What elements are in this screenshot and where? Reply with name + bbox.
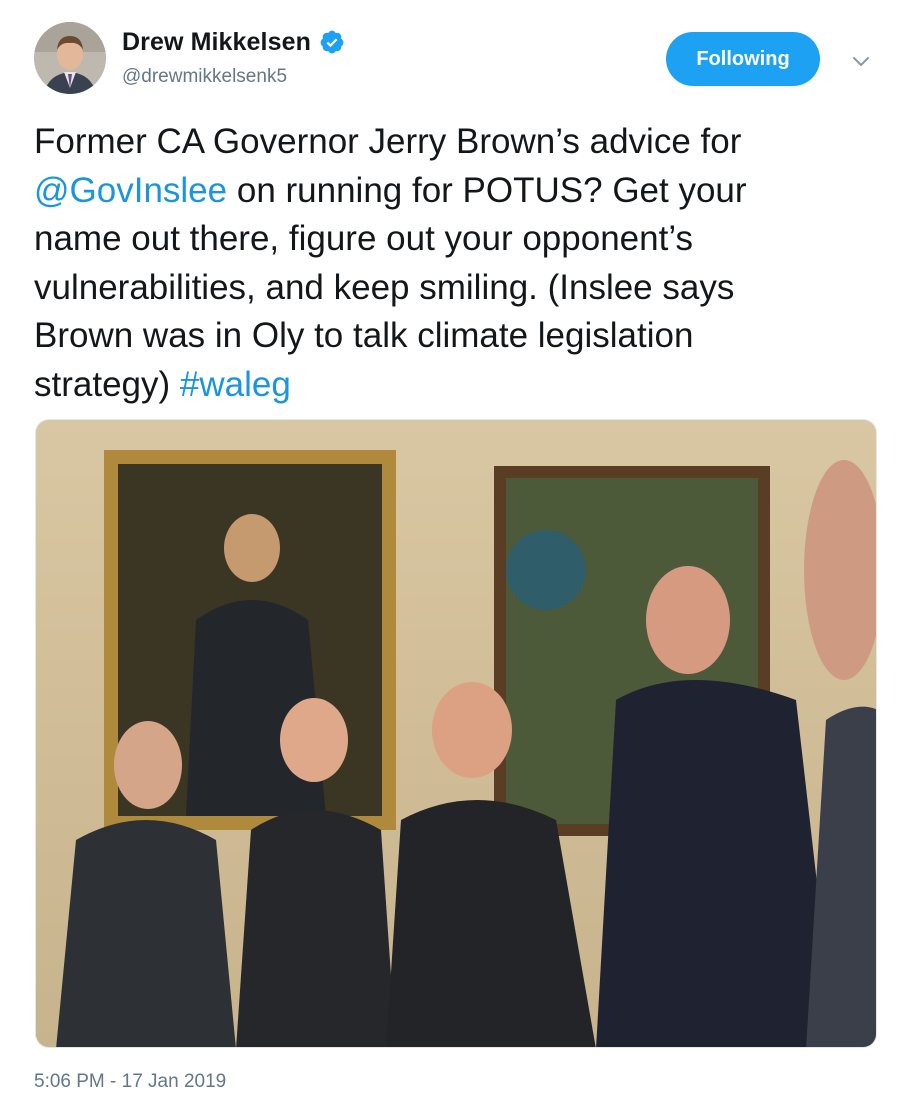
author-avatar[interactable] bbox=[34, 22, 106, 94]
tweet-photo[interactable] bbox=[35, 419, 877, 1048]
tweet-text-segment: strategy) bbox=[34, 364, 180, 404]
tweet-text-segment: vulnerabilities, and keep smiling. (Insl… bbox=[34, 267, 735, 307]
chevron-down-icon[interactable] bbox=[848, 48, 874, 74]
avatar-image bbox=[34, 22, 106, 94]
tweet-text-line: @GovInslee on running for POTUS? Get you… bbox=[34, 167, 884, 216]
author-handle[interactable]: @drewmikkelsenk5 bbox=[122, 66, 287, 88]
hashtag-link[interactable]: #waleg bbox=[180, 365, 291, 404]
tweet-text-line: Brown was in Oly to talk climate legisla… bbox=[34, 312, 884, 361]
tweet-text-line: name out there, figure out your opponent… bbox=[34, 215, 884, 264]
following-button[interactable]: Following bbox=[666, 32, 820, 86]
tweet-text-line: Former CA Governor Jerry Brown’s advice … bbox=[34, 118, 884, 167]
photo-image bbox=[36, 420, 876, 1047]
tweet-timestamp[interactable]: 5:06 PM - 17 Jan 2019 bbox=[34, 1071, 226, 1093]
mention-link[interactable]: @GovInslee bbox=[34, 171, 227, 210]
verified-badge-icon bbox=[319, 29, 345, 55]
tweet-text-segment: Brown was in Oly to talk climate legisla… bbox=[34, 316, 694, 355]
author-name-row[interactable]: Drew Mikkelsen bbox=[122, 26, 345, 58]
tweet-text-segment: Former CA Governor Jerry Brown’s advice … bbox=[34, 122, 742, 161]
tweet-text-line: vulnerabilities, and keep smiling. (Insl… bbox=[34, 264, 884, 313]
author-display-name[interactable]: Drew Mikkelsen bbox=[122, 28, 311, 57]
tweet-text-segment: on running for POTUS? Get your bbox=[227, 170, 747, 210]
tweet-text-segment: name out there, figure out your opponent… bbox=[34, 219, 693, 258]
tweet-text: Former CA Governor Jerry Brown’s advice … bbox=[34, 118, 884, 409]
tweet-text-line: strategy) #waleg bbox=[34, 361, 884, 410]
